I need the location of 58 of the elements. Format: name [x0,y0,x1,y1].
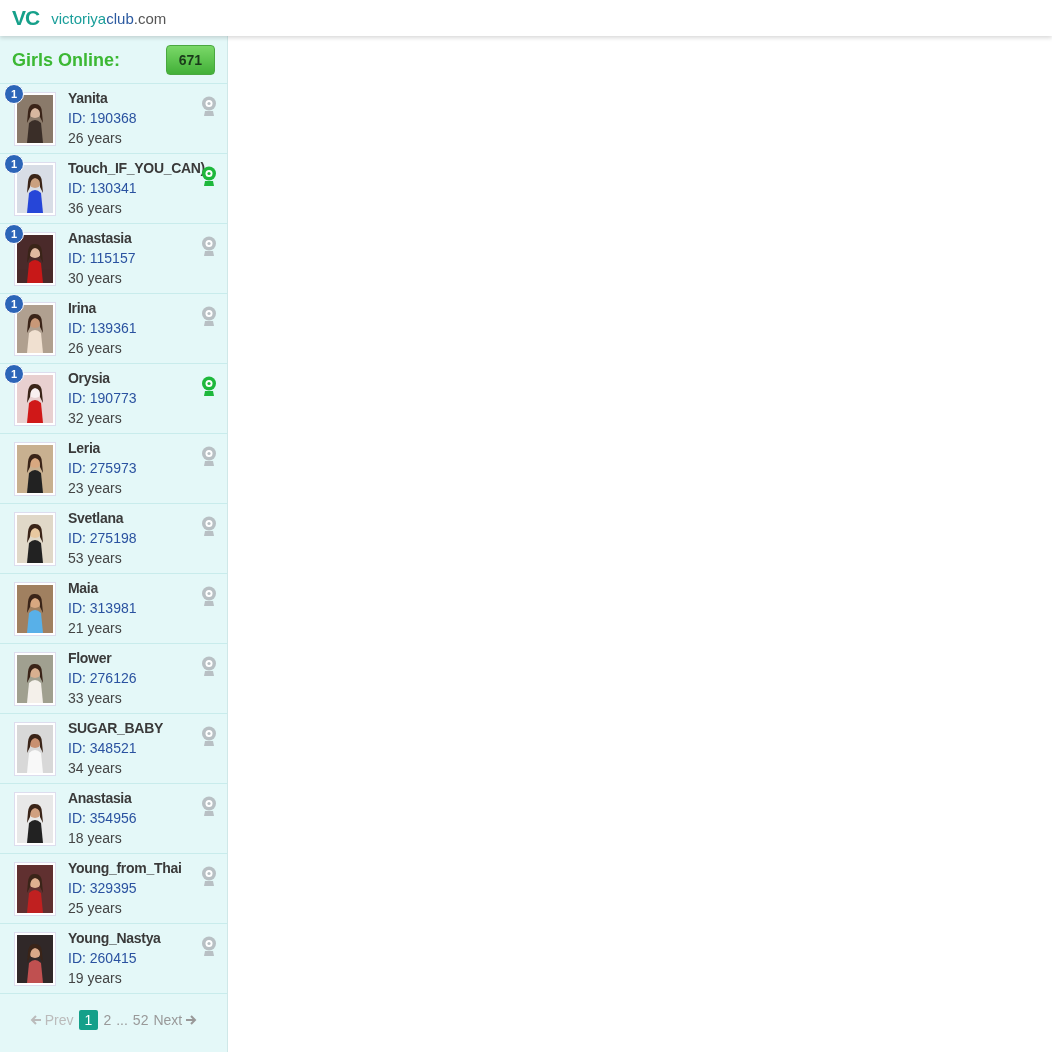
sidebar-title: Girls Online: [12,49,121,71]
profile-id: ID: 115157 [68,249,136,268]
profile-age: 21 years [68,619,123,638]
profile-name[interactable]: SUGAR_BABY [68,718,163,738]
profile-id: ID: 130341 [68,179,138,198]
profile-age: 34 years [68,759,123,778]
profile-age: 32 years [68,409,123,428]
profile-name[interactable]: Yanita [68,88,137,108]
profile-id: ID: 190368 [68,109,137,128]
profile-age: 53 years [68,549,123,568]
profile-age: 26 years [68,339,123,358]
profile-age: 33 years [68,689,123,708]
profile-photo[interactable] [14,442,56,496]
profile-age: 26 years [68,129,123,148]
profile-name[interactable]: Flower [68,648,137,668]
profile-id: ID: 190773 [68,389,137,408]
profile-name[interactable]: Orysia [68,368,137,388]
right-arrow-icon [185,1014,198,1026]
profile-age: 25 years [68,899,123,918]
profile-photo[interactable] [14,512,56,566]
profile-name[interactable]: Maia [68,578,137,598]
profile-id: ID: 354956 [68,809,137,828]
profile-id: ID: 139361 [68,319,137,338]
page-ellipsis: ... [116,1012,128,1028]
left-arrow-icon [29,1014,42,1026]
profile-photo[interactable] [14,652,56,706]
profile-id: ID: 276126 [68,669,137,688]
profile-name[interactable]: Svetlana [68,508,137,528]
message-count-badge: 1 [4,364,24,384]
message-count-badge: 1 [4,294,24,314]
profile-photo[interactable] [14,722,56,776]
profile-id: ID: 329395 [68,879,138,898]
profile-id: ID: 313981 [68,599,137,618]
profile-id: ID: 275973 [68,459,137,478]
profile-photo[interactable] [14,582,56,636]
profile-name[interactable]: Leria [68,438,137,458]
message-count-badge: 1 [4,84,24,104]
profile-id: ID: 260415 [68,949,138,968]
profile-id: ID: 275198 [68,529,137,548]
site-name[interactable]: victoriyaclub.com [51,9,167,27]
profile-name[interactable]: Touch_IF_YOU_CAN) [68,158,205,178]
profile-photo[interactable] [14,792,56,846]
profile-photo[interactable] [14,862,56,916]
profile-id: ID: 348521 [68,739,138,758]
profile-photo[interactable] [14,932,56,986]
profile-name[interactable]: Anastasia [68,788,137,808]
profile-name[interactable]: Irina [68,298,137,318]
profile-name[interactable]: Young_from_Thai [68,858,182,878]
profile-age: 19 years [68,969,123,988]
online-count-badge: 671 [165,45,215,75]
profile-age: 36 years [68,199,123,218]
profile-name[interactable]: Young_Nastya [68,928,161,948]
message-count-badge: 1 [4,224,24,244]
profile-age: 23 years [68,479,123,498]
profile-name[interactable]: Anastasia [68,228,136,248]
message-count-badge: 1 [4,154,24,174]
profile-age: 30 years [68,269,123,288]
profile-age: 18 years [68,829,123,848]
